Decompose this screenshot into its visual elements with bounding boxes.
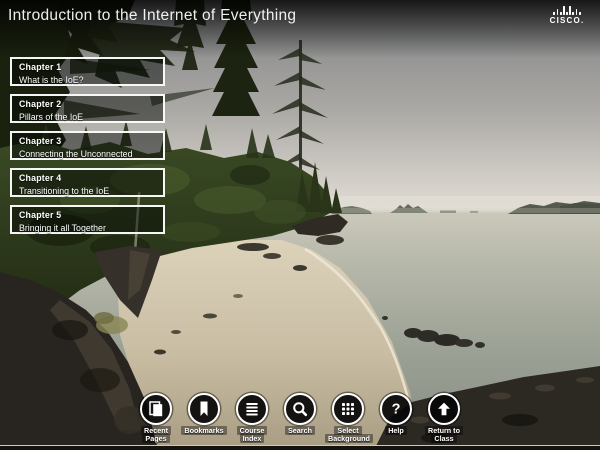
search-button[interactable] — [284, 393, 316, 425]
page-title: Introduction to the Internet of Everythi… — [8, 7, 296, 25]
toolbar-label: Help — [385, 427, 407, 435]
chapter-title: Chapter 2 — [19, 99, 159, 109]
course-index-button[interactable] — [236, 393, 268, 425]
chapter-subtitle: Pillars of the IoE — [19, 112, 159, 122]
toolbar-label: Bookmarks — [181, 427, 226, 435]
chapter-subtitle: What is the IoE? — [19, 75, 159, 85]
cisco-logo: CISCO. — [544, 5, 590, 25]
chapter-item-1[interactable]: Chapter 1 What is the IoE? — [10, 57, 165, 86]
up-arrow-icon — [435, 400, 453, 418]
chapter-title: Chapter 4 — [19, 173, 159, 183]
bookmarks-button[interactable] — [188, 393, 220, 425]
chapter-item-4[interactable]: Chapter 4 Transitioning to the IoE — [10, 168, 165, 197]
chapter-item-5[interactable]: Chapter 5 Bringing it all Together — [10, 205, 165, 234]
toolbar-label: Search — [285, 427, 315, 435]
course-window: Introduction to the Internet of Everythi… — [0, 0, 600, 450]
question-mark-icon: ? — [387, 400, 405, 418]
chapter-title: Chapter 5 — [19, 210, 159, 220]
toolbar-label: Course Index — [229, 427, 275, 444]
select-background-button[interactable] — [332, 393, 364, 425]
chapter-item-2[interactable]: Chapter 2 Pillars of the IoE — [10, 94, 165, 123]
viewport-bottom-edge — [0, 445, 600, 450]
recent-pages-icon — [147, 400, 165, 418]
chapter-item-3[interactable]: Chapter 3 Connecting the Unconnected — [10, 131, 165, 160]
cisco-wordmark: CISCO. — [544, 16, 590, 25]
toolbar-label: Return to Class — [421, 427, 467, 444]
chapter-subtitle: Transitioning to the IoE — [19, 186, 159, 196]
course-index-icon — [243, 400, 261, 418]
chapter-title: Chapter 1 — [19, 62, 159, 72]
search-icon — [291, 400, 309, 418]
cisco-bridge-icon — [544, 5, 590, 15]
toolbar-label: Recent Pages — [133, 427, 179, 444]
return-to-class-button[interactable] — [428, 393, 460, 425]
chapter-title: Chapter 3 — [19, 136, 159, 146]
bottom-toolbar: Recent Pages Bookmarks — [132, 390, 468, 444]
bookmark-icon — [195, 400, 213, 418]
svg-text:?: ? — [392, 402, 401, 418]
title-bar: Introduction to the Internet of Everythi… — [0, 0, 600, 34]
help-button[interactable]: ? — [380, 393, 412, 425]
chapter-subtitle: Bringing it all Together — [19, 223, 159, 233]
chapter-subtitle: Connecting the Unconnected — [19, 149, 159, 159]
chapter-menu: Chapter 1 What is the IoE? Chapter 2 Pil… — [10, 57, 165, 242]
toolbar-label: Select Background — [325, 427, 371, 444]
background-grid-icon — [339, 400, 357, 418]
recent-pages-button[interactable] — [140, 393, 172, 425]
